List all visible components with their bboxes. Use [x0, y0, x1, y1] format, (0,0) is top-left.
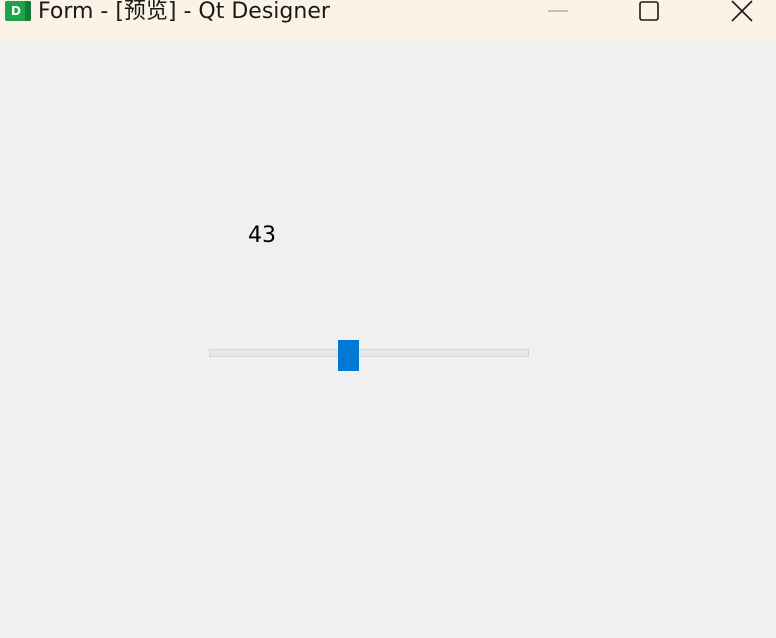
title-bar[interactable]: D Form - [预览] - Qt Designer: [0, 0, 776, 40]
minimize-icon: [548, 10, 568, 12]
maximize-button[interactable]: [626, 0, 672, 26]
maximize-icon: [639, 1, 659, 21]
slider-value-label: 43: [248, 223, 276, 248]
close-button[interactable]: [719, 0, 765, 26]
slider-groove[interactable]: [209, 349, 529, 357]
slider-handle[interactable]: [338, 340, 359, 371]
close-icon: [731, 0, 753, 22]
qt-designer-preview-window: D Form - [预览] - Qt Designer 43: [0, 0, 776, 638]
window-title: Form - [预览] - Qt Designer: [38, 0, 330, 24]
horizontal-slider[interactable]: [209, 338, 529, 372]
app-icon-letter: D: [11, 4, 21, 18]
qt-designer-icon: D: [5, 1, 31, 21]
minimize-button[interactable]: [535, 0, 581, 26]
